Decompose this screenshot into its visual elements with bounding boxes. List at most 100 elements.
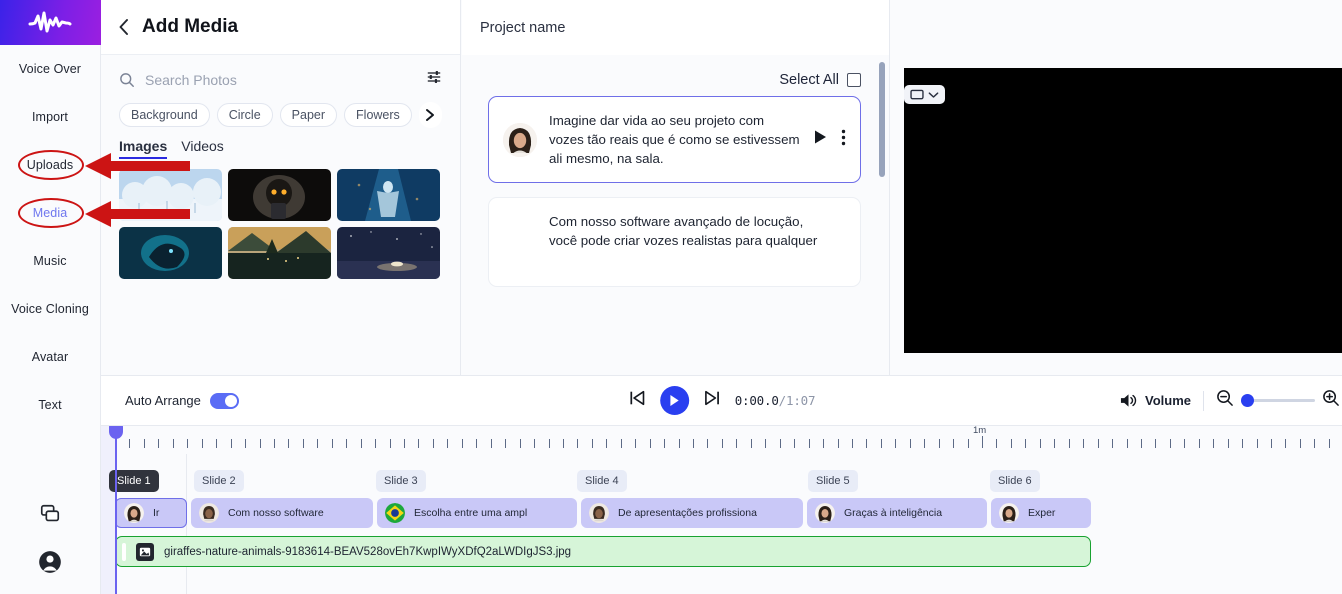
timeline-clip[interactable]: Exper bbox=[991, 498, 1091, 528]
timeline-clip[interactable]: Ir bbox=[115, 498, 187, 528]
ruler-tick bbox=[794, 439, 795, 448]
slide-label[interactable]: Slide 3 bbox=[376, 470, 426, 492]
script-panel-scrollbar[interactable] bbox=[879, 62, 885, 177]
clip-trim-handle-left[interactable] bbox=[122, 543, 126, 561]
user-account-button[interactable] bbox=[0, 538, 101, 586]
skip-to-end-button[interactable] bbox=[703, 389, 721, 412]
play-icon bbox=[668, 394, 680, 407]
tab-videos[interactable]: Videos bbox=[181, 138, 224, 159]
timeline-clip[interactable]: Com nosso software bbox=[191, 498, 373, 528]
app-logo[interactable] bbox=[0, 0, 101, 45]
image-file-icon bbox=[139, 546, 151, 558]
media-thumbnail[interactable] bbox=[337, 227, 440, 279]
video-canvas[interactable] bbox=[904, 68, 1342, 353]
sidebar-item-label: Import bbox=[32, 110, 68, 124]
slide-label[interactable]: Slide 6 bbox=[990, 470, 1040, 492]
project-name-field[interactable]: Project name bbox=[480, 20, 565, 36]
playhead[interactable] bbox=[115, 428, 117, 594]
ruler-tick bbox=[505, 439, 506, 448]
search-input[interactable] bbox=[145, 72, 416, 88]
more-options-button[interactable] bbox=[841, 129, 846, 151]
play-button[interactable] bbox=[813, 129, 827, 150]
sidebar-item-import[interactable]: Import bbox=[0, 93, 101, 141]
toggle-knob bbox=[225, 395, 237, 407]
play-triangle-icon bbox=[813, 129, 827, 145]
ruler-tick bbox=[809, 439, 810, 448]
ruler-tick bbox=[158, 439, 159, 448]
chips-next-button[interactable] bbox=[419, 102, 442, 128]
female-avatar bbox=[815, 503, 835, 523]
ruler-tick bbox=[1170, 439, 1171, 448]
add-media-panel: Add Media Background Circle bbox=[101, 0, 461, 375]
ruler-tick bbox=[144, 439, 145, 448]
ruler-tick-major bbox=[982, 436, 983, 448]
select-all-checkbox[interactable] bbox=[847, 73, 861, 87]
zoom-out-button[interactable] bbox=[1216, 389, 1234, 412]
sidebar-item-voice-over[interactable]: Voice Over bbox=[0, 45, 101, 93]
ruler-tick bbox=[751, 439, 752, 448]
play-button[interactable] bbox=[660, 386, 689, 415]
zoom-in-button[interactable] bbox=[1322, 389, 1340, 412]
zoom-slider-handle[interactable] bbox=[1241, 394, 1254, 407]
ruler-tick bbox=[895, 439, 896, 448]
ruler-tick bbox=[968, 439, 969, 448]
media-clip[interactable]: giraffes-nature-animals-9183614-BEAV528o… bbox=[115, 536, 1091, 567]
chat-bubbles-button[interactable] bbox=[0, 490, 101, 538]
filter-sliders-button[interactable] bbox=[426, 69, 442, 90]
media-thumbnail[interactable] bbox=[228, 169, 331, 221]
ruler-tick bbox=[635, 439, 636, 448]
chip-background[interactable]: Background bbox=[119, 103, 210, 127]
ruler-tick bbox=[187, 439, 188, 448]
chip-paper[interactable]: Paper bbox=[280, 103, 337, 127]
male-avatar bbox=[589, 503, 609, 523]
slide-label[interactable]: Slide 2 bbox=[194, 470, 244, 492]
chip-circle[interactable]: Circle bbox=[217, 103, 273, 127]
controls-divider bbox=[1203, 391, 1204, 411]
zoom-out-icon bbox=[1216, 389, 1234, 407]
sidebar-item-voice-cloning[interactable]: Voice Cloning bbox=[0, 285, 101, 333]
sidebar-item-music[interactable]: Music bbox=[0, 237, 101, 285]
slide-label-text: Slide 3 bbox=[384, 475, 418, 487]
aspect-ratio-button[interactable] bbox=[904, 85, 945, 104]
auto-arrange-group: Auto Arrange bbox=[101, 393, 239, 409]
timeline-clip[interactable]: Graças à inteligência bbox=[807, 498, 987, 528]
ruler-tick bbox=[447, 439, 448, 448]
slide-label[interactable]: Slide 4 bbox=[577, 470, 627, 492]
chevron-left-icon bbox=[117, 18, 130, 36]
ruler-tick bbox=[1329, 439, 1330, 448]
media-thumbnail[interactable] bbox=[337, 169, 440, 221]
media-thumbnail[interactable] bbox=[119, 227, 222, 279]
sidebar-item-media[interactable]: Media bbox=[0, 189, 101, 237]
script-card-actions bbox=[813, 129, 850, 151]
skip-to-start-button[interactable] bbox=[628, 389, 646, 412]
ruler-tick bbox=[1242, 439, 1243, 448]
back-button[interactable] bbox=[117, 18, 130, 36]
tab-images[interactable]: Images bbox=[119, 138, 167, 159]
media-thumbnail[interactable] bbox=[228, 227, 331, 279]
sidebar-item-uploads[interactable]: Uploads bbox=[0, 141, 101, 189]
ruler-tick bbox=[549, 439, 550, 448]
ruler-tick bbox=[1098, 439, 1099, 448]
media-thumbnail[interactable] bbox=[119, 169, 222, 221]
timeline-ruler[interactable]: 1m bbox=[101, 426, 1342, 454]
zoom-in-icon bbox=[1322, 389, 1340, 407]
timeline-clip[interactable]: De apresentações profissiona bbox=[581, 498, 803, 528]
ruler-tick bbox=[722, 439, 723, 448]
zoom-slider-track[interactable] bbox=[1241, 399, 1315, 402]
auto-arrange-toggle[interactable] bbox=[210, 393, 239, 409]
timeline-clip[interactable]: Escolha entre uma ampl bbox=[377, 498, 577, 528]
slide-label[interactable]: Slide 5 bbox=[808, 470, 858, 492]
sidebar-item-text[interactable]: Text bbox=[0, 381, 101, 429]
timeline[interactable]: 1m Slide 1Slide 2Slide 3Slide 4Slide 5Sl… bbox=[101, 426, 1342, 594]
ruler-tick bbox=[534, 439, 535, 448]
script-card[interactable]: Imagine dar vida ao seu projeto com voze… bbox=[488, 96, 861, 183]
time-readout: 0:00.0/1:07 bbox=[735, 393, 816, 408]
sidebar-item-avatar[interactable]: Avatar bbox=[0, 333, 101, 381]
left-sidebar: Voice Over Import Uploads Media Music Vo… bbox=[0, 0, 101, 594]
ruler-tick bbox=[996, 439, 997, 448]
search-icon bbox=[119, 72, 135, 88]
script-card[interactable]: Com nosso software avançado de locução, … bbox=[488, 197, 861, 287]
chip-flowers[interactable]: Flowers bbox=[344, 103, 412, 127]
volume-button[interactable]: Volume bbox=[1119, 392, 1191, 409]
ruler-tick bbox=[823, 439, 824, 448]
